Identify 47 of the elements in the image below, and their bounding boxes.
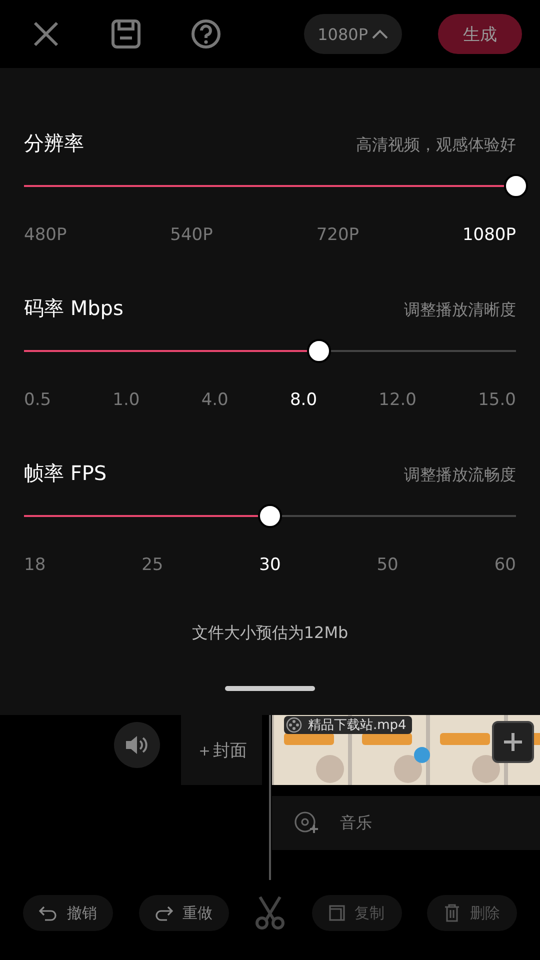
setting-hint: 高清视频，观感体验好 — [356, 135, 516, 156]
tick-label[interactable]: 18 — [24, 555, 46, 575]
tick-label[interactable]: 720P — [316, 225, 360, 245]
music-add-icon — [294, 811, 320, 835]
slider-thumb[interactable] — [258, 504, 282, 528]
tick-label[interactable]: 1080P — [462, 225, 516, 245]
trash-icon — [444, 904, 460, 922]
music-label: 音乐 — [340, 812, 372, 834]
tick-label[interactable]: 60 — [494, 555, 516, 575]
volume-button[interactable] — [114, 722, 160, 768]
setting-hint: 调整播放流畅度 — [404, 465, 516, 486]
clip-name: 精品下载站.mp4 — [284, 716, 412, 734]
undo-icon — [39, 905, 57, 921]
slider-thumb[interactable] — [307, 339, 332, 363]
tick-label[interactable]: 15.0 — [478, 390, 516, 410]
speaker-icon — [125, 735, 149, 755]
caret-icon — [372, 29, 388, 39]
tick-label[interactable]: 8.0 — [290, 390, 318, 410]
resolution-dropdown[interactable]: 1080P — [304, 14, 402, 54]
tick-label[interactable]: 1.0 — [112, 390, 140, 410]
tick-label[interactable]: 0.5 — [24, 390, 52, 410]
copy-icon — [328, 905, 344, 921]
tick-label[interactable]: 30 — [259, 555, 281, 575]
help-icon[interactable] — [190, 18, 222, 50]
tick-label[interactable]: 4.0 — [201, 390, 228, 410]
tick-label[interactable]: 25 — [142, 555, 164, 575]
reel-icon — [286, 717, 302, 733]
cover-button[interactable]: ＋封面 — [181, 715, 262, 785]
tick-label[interactable]: 480P — [24, 225, 67, 245]
setting-title: 分辨率 — [24, 130, 84, 157]
setting-title: 码率 Mbps — [24, 295, 124, 322]
tick-label[interactable]: 50 — [376, 555, 398, 575]
undo-button[interactable]: 撤销 — [23, 895, 113, 931]
setting-hint: 调整播放清晰度 — [404, 300, 516, 321]
setting-title: 帧率 FPS — [24, 460, 107, 487]
file-size-note: 文件大小预估为12Mb — [192, 623, 348, 644]
save-icon[interactable] — [110, 18, 142, 50]
redo-icon — [154, 905, 172, 921]
tick-label[interactable]: 12.0 — [378, 390, 416, 410]
redo-button[interactable]: 重做 — [138, 895, 228, 931]
slider-thumb[interactable] — [504, 174, 528, 198]
music-track[interactable]: 音乐 — [272, 796, 540, 850]
add-clip-button[interactable] — [492, 721, 534, 763]
generate-button[interactable]: 生成 — [438, 14, 522, 54]
drag-handle[interactable] — [225, 686, 315, 691]
plus-icon — [503, 732, 523, 752]
tick-label[interactable]: 540P — [170, 225, 213, 245]
